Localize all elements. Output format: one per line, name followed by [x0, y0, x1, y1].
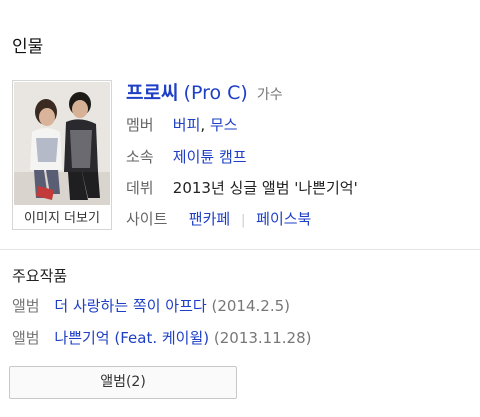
- agency-label: 소속: [126, 148, 154, 166]
- divider: [0, 249, 480, 250]
- work-date: (2013.11.28): [213, 329, 312, 347]
- work-date: (2014.2.5): [211, 297, 290, 315]
- album-more-button[interactable]: 앨범(2): [9, 366, 237, 399]
- profile-photo-card[interactable]: 이미지 더보기: [12, 80, 112, 230]
- agency-link[interactable]: 제이튠 캠프: [173, 148, 247, 166]
- agency-row: 소속 제이튠 캠프: [126, 146, 247, 167]
- profile-name-row: 프로씨 (Pro C) 가수: [126, 78, 283, 105]
- work-title-link[interactable]: 나쁜기억 (Feat. 케이윌): [54, 329, 209, 347]
- artist-name[interactable]: 프로씨: [126, 82, 178, 104]
- profile-photo[interactable]: [14, 82, 110, 205]
- work-item: 앨범 나쁜기억 (Feat. 케이윌) (2013.11.28): [12, 327, 311, 348]
- more-images-link[interactable]: 이미지 더보기: [13, 207, 111, 226]
- facebook-link[interactable]: 페이스북: [256, 210, 311, 228]
- site-separator: |: [240, 213, 246, 228]
- site-row: 사이트 팬카페 | 페이스북: [126, 208, 311, 229]
- fancafe-link[interactable]: 팬카페: [189, 210, 230, 228]
- member-link-moose[interactable]: 무스: [210, 116, 238, 134]
- member-link-buffy[interactable]: 버피: [173, 116, 201, 134]
- members-label: 멤버: [126, 116, 154, 134]
- members-separator: ,: [200, 116, 206, 134]
- debut-row: 데뷔 2013년 싱글 앨범 '나쁜기억': [126, 177, 358, 198]
- section-title: 인물: [12, 37, 44, 57]
- members-row: 멤버 버피, 무스: [126, 114, 238, 135]
- artist-role: 가수: [256, 87, 283, 103]
- debut-value: 2013년 싱글 앨범 '나쁜기억': [172, 179, 358, 197]
- site-label: 사이트: [126, 210, 168, 228]
- debut-label: 데뷔: [126, 179, 154, 197]
- work-title-link[interactable]: 더 사랑하는 쪽이 아프다: [54, 297, 206, 315]
- profile-photo-image: [14, 82, 110, 205]
- work-label: 앨범: [12, 297, 40, 315]
- work-label: 앨범: [12, 329, 40, 347]
- works-title: 주요작품: [12, 267, 68, 285]
- artist-name-en[interactable]: (Pro C): [184, 82, 248, 104]
- work-item: 앨범 더 사랑하는 쪽이 아프다 (2014.2.5): [12, 295, 290, 316]
